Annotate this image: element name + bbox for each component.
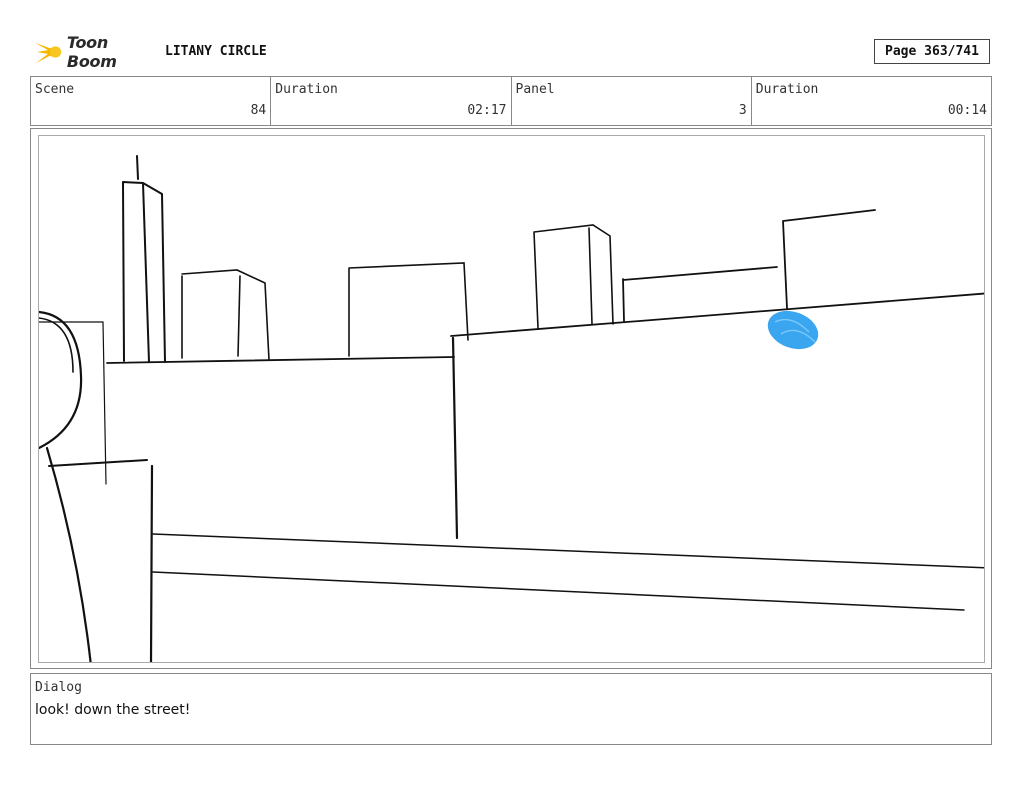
scene-label: Scene: [35, 82, 75, 97]
dialog-text: look! down the street!: [35, 702, 191, 718]
scene-value: 84: [250, 103, 267, 118]
panel-duration-cell: Duration 00:14: [752, 77, 991, 125]
figure-body-line: [45, 446, 92, 662]
wall-corner-vertical: [451, 336, 459, 540]
scene-duration-cell: Duration 02:17: [271, 77, 512, 125]
panel-frame: [30, 128, 992, 669]
tall-building: [122, 155, 166, 363]
storyboard-panel: [38, 135, 985, 663]
project-title: LITANY CIRCLE: [165, 44, 267, 59]
scene-duration-value: 02:17: [467, 103, 507, 118]
street-line-bottom: [152, 571, 965, 611]
panel-cell: Panel 3: [512, 77, 752, 125]
logo-text: Toon Boom: [66, 33, 117, 71]
panel-label: Panel: [515, 82, 555, 97]
middle-block: [348, 262, 469, 357]
panel-duration-value: 00:14: [947, 103, 987, 118]
street-line-top: [152, 533, 984, 569]
scene-duration-label: Duration: [275, 82, 338, 97]
wall-left-vertical: [149, 464, 154, 662]
short-horizontal: [48, 459, 148, 467]
page-indicator: Page 363/741: [874, 39, 990, 64]
dialog-label: Dialog: [35, 680, 82, 695]
panel-sketch: [39, 155, 984, 662]
low-block: [181, 269, 270, 361]
logo-star-icon: [34, 42, 62, 64]
toon-boom-logo: Toon Boom: [33, 33, 157, 71]
dialog-box: Dialog look! down the street!: [30, 673, 992, 745]
info-row: Scene 84 Duration 02:17 Panel 3 Duration…: [30, 76, 992, 126]
panel-value: 3: [738, 103, 747, 118]
figure-head-curve: [39, 310, 83, 450]
wall-top-right: [450, 292, 984, 337]
figure-outline: [39, 321, 107, 485]
right-low-block: [622, 266, 778, 322]
far-right-block: [782, 209, 876, 309]
blue-blob: [767, 310, 819, 350]
wall-top-left: [106, 356, 455, 364]
scene-cell: Scene 84: [31, 77, 272, 125]
right-tower: [533, 224, 614, 329]
panel-duration-label: Duration: [755, 82, 819, 97]
